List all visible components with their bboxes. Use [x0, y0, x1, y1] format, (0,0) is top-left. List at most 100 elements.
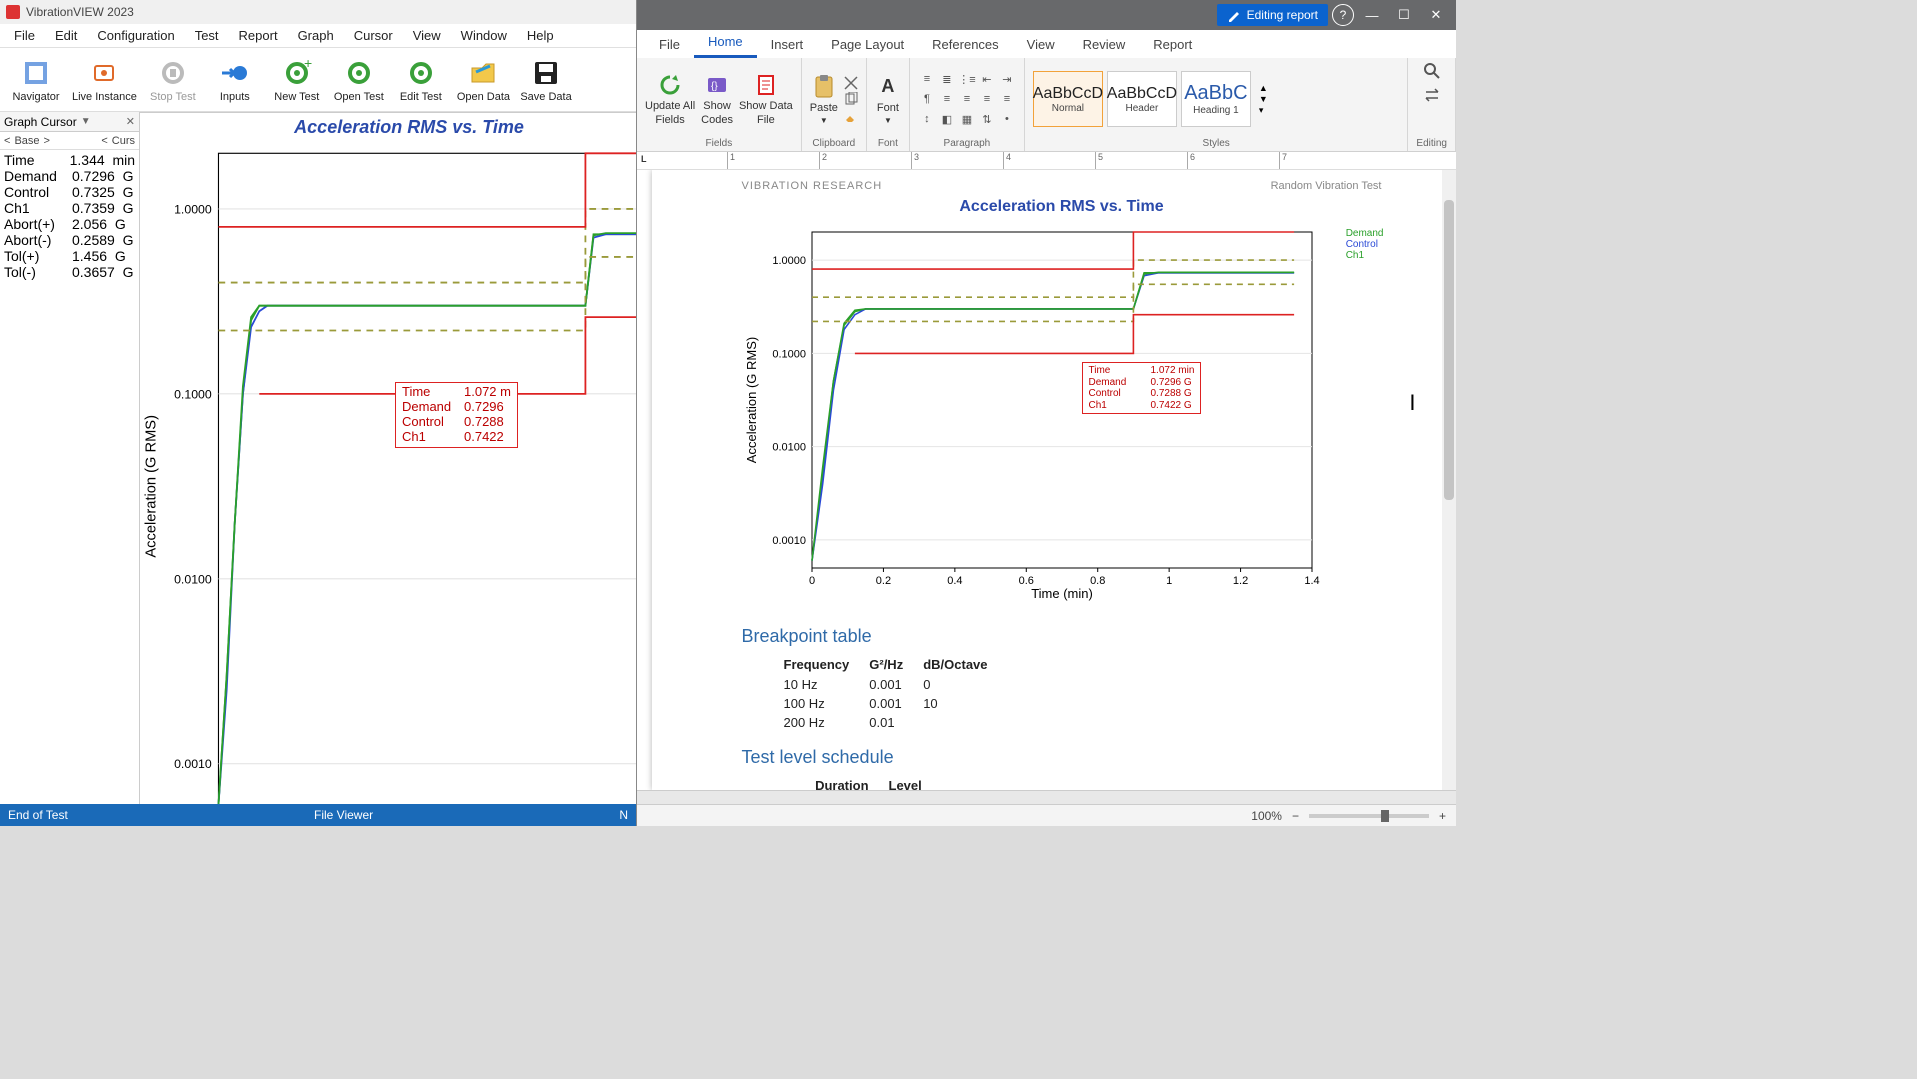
- ribbon-tab-references[interactable]: References: [918, 31, 1012, 58]
- ribbon-tab-report[interactable]: Report: [1139, 31, 1206, 58]
- numbering-button[interactable]: ≣: [938, 70, 956, 88]
- sort-button[interactable]: ⇅: [978, 110, 996, 128]
- live-instance-button[interactable]: Live Instance: [68, 55, 141, 105]
- new-test-button[interactable]: +New Test: [267, 55, 327, 105]
- save-data-button[interactable]: Save Data: [516, 55, 576, 105]
- horizontal-scrollbar[interactable]: [637, 790, 1456, 804]
- shading-button[interactable]: ◧: [938, 110, 956, 128]
- svg-text:1.2: 1.2: [1232, 575, 1247, 587]
- update-all-fields-button[interactable]: Update AllFields: [645, 72, 695, 126]
- scrollbar-thumb[interactable]: [1444, 200, 1454, 500]
- decrease-indent-button[interactable]: ⇤: [978, 70, 996, 88]
- vv-graph-cursor-panel: Graph Cursor ▼ ✕ <Base> <Curs Time1.344 …: [0, 112, 140, 804]
- multilevel-button[interactable]: ⋮≡: [958, 70, 976, 88]
- copy-button[interactable]: [844, 92, 858, 106]
- report-editor-window: Editing report ? — ☐ ✕ FileHomeInsertPag…: [636, 0, 1456, 826]
- report-chart-cursor-readout: Time1.072 minDemand0.7296 GControl0.7288…: [1082, 362, 1202, 414]
- menu-file[interactable]: File: [4, 24, 45, 47]
- table-cell: 0: [923, 676, 1005, 693]
- legend-item: Ch1: [1346, 250, 1384, 261]
- vertical-scrollbar[interactable]: [1442, 170, 1456, 790]
- ribbon-tab-insert[interactable]: Insert: [757, 31, 818, 58]
- align-left-button[interactable]: ≡: [938, 90, 956, 108]
- page-area[interactable]: VIBRATION RESEARCH Random Vibration Test…: [637, 170, 1456, 790]
- table-cell: 0.01: [869, 714, 921, 731]
- breakpoint-table: FrequencyG²/HzdB/Octave 10 Hz0.0010100 H…: [782, 653, 1008, 733]
- vv-chart-area[interactable]: 0.00100.01000.10001.000000.20.40.60.81Ti…: [140, 142, 636, 804]
- styles-more-icon[interactable]: ▾: [1259, 105, 1268, 116]
- styles-up-icon[interactable]: ▲: [1259, 83, 1268, 93]
- ribbon-tab-review[interactable]: Review: [1069, 31, 1140, 58]
- bullets-button[interactable]: ≡: [918, 70, 936, 88]
- align-right-button[interactable]: ≡: [978, 90, 996, 108]
- menu-cursor[interactable]: Cursor: [344, 24, 403, 47]
- table-cell: 0.001: [869, 676, 921, 693]
- ruler-tick: 5: [1095, 152, 1103, 169]
- tab-stop-icon[interactable]: L: [641, 154, 647, 164]
- show-data-file-button[interactable]: Show DataFile: [739, 72, 793, 126]
- style-normal[interactable]: AaBbCcDNormal: [1033, 71, 1103, 127]
- menu-configuration[interactable]: Configuration: [87, 24, 184, 47]
- status-center: File Viewer: [314, 808, 373, 822]
- ribbon-group-editing: Editing: [1408, 58, 1456, 151]
- inputs-button[interactable]: Inputs: [205, 55, 265, 105]
- chart-cursor-readout: Time1.072 mDemand0.7296Control0.7288Ch10…: [395, 382, 518, 448]
- menu-help[interactable]: Help: [517, 24, 564, 47]
- vibrationview-window: VibrationVIEW 2023 FileEditConfiguration…: [0, 0, 636, 826]
- style-heading-1[interactable]: AaBbCHeading 1: [1181, 71, 1251, 127]
- menu-view[interactable]: View: [403, 24, 451, 47]
- copy-icon: [844, 92, 858, 106]
- pilcrow-button[interactable]: ¶: [918, 90, 936, 108]
- help-icon[interactable]: ?: [1332, 4, 1354, 26]
- close-icon[interactable]: ✕: [126, 115, 135, 128]
- menu-edit[interactable]: Edit: [45, 24, 87, 47]
- format-painter-button[interactable]: [844, 108, 858, 122]
- line-spacing-button[interactable]: ↕: [918, 110, 936, 128]
- close-button[interactable]: ✕: [1422, 4, 1450, 26]
- open-test-button[interactable]: Open Test: [329, 55, 389, 105]
- menu-graph[interactable]: Graph: [288, 24, 344, 47]
- menu-report[interactable]: Report: [229, 24, 288, 47]
- minimize-button[interactable]: —: [1358, 4, 1386, 26]
- justify-button[interactable]: ≡: [998, 90, 1016, 108]
- zoom-slider-knob[interactable]: [1381, 810, 1389, 822]
- navigator-button[interactable]: Navigator: [6, 55, 66, 105]
- zoom-slider[interactable]: [1309, 814, 1429, 818]
- maximize-button[interactable]: ☐: [1390, 4, 1418, 26]
- ribbon-tab-view[interactable]: View: [1013, 31, 1069, 58]
- edit-test-button[interactable]: Edit Test: [391, 55, 451, 105]
- ribbon-tab-page-layout[interactable]: Page Layout: [817, 31, 918, 58]
- ribbon-tab-file[interactable]: File: [645, 31, 694, 58]
- ribbon-tab-home[interactable]: Home: [694, 28, 757, 58]
- find-icon[interactable]: [1423, 62, 1441, 80]
- font-button[interactable]: A Font ▼: [875, 74, 901, 125]
- svg-text:0.1000: 0.1000: [772, 348, 806, 360]
- zoom-in-button[interactable]: +: [1439, 809, 1446, 823]
- report-chart[interactable]: 0.00100.01000.10001.000000.20.40.60.811.…: [742, 222, 1382, 612]
- editing-report-badge[interactable]: Editing report: [1217, 4, 1328, 26]
- menu-window[interactable]: Window: [451, 24, 517, 47]
- ruler[interactable]: L 1234567: [637, 152, 1456, 170]
- svg-text:0.0100: 0.0100: [174, 572, 212, 586]
- style-header[interactable]: AaBbCcDHeader: [1107, 71, 1177, 127]
- svg-text:1.4: 1.4: [1304, 575, 1319, 587]
- borders-button[interactable]: ▦: [958, 110, 976, 128]
- show-marks-button[interactable]: •: [998, 110, 1016, 128]
- zoom-out-button[interactable]: −: [1292, 809, 1299, 823]
- replace-icon[interactable]: [1423, 86, 1441, 104]
- scissors-icon: [844, 76, 858, 90]
- styles-down-icon[interactable]: ▼: [1259, 94, 1268, 104]
- align-center-button[interactable]: ≡: [958, 90, 976, 108]
- increase-indent-button[interactable]: ⇥: [998, 70, 1016, 88]
- paste-button[interactable]: Paste ▼: [810, 74, 838, 125]
- dropdown-icon[interactable]: ▼: [81, 116, 91, 127]
- cut-button[interactable]: [844, 76, 858, 90]
- open-data-button[interactable]: Open Data: [453, 55, 514, 105]
- ruler-tick: 6: [1187, 152, 1195, 169]
- inputs-icon: [219, 57, 251, 89]
- zoom-label: 100%: [1251, 809, 1282, 823]
- menu-test[interactable]: Test: [185, 24, 229, 47]
- graph-cursor-header: Graph Cursor ▼ ✕: [0, 112, 139, 132]
- table-row: 10 Hz0.0010: [784, 676, 1006, 693]
- show-codes-button[interactable]: {}ShowCodes: [701, 72, 733, 126]
